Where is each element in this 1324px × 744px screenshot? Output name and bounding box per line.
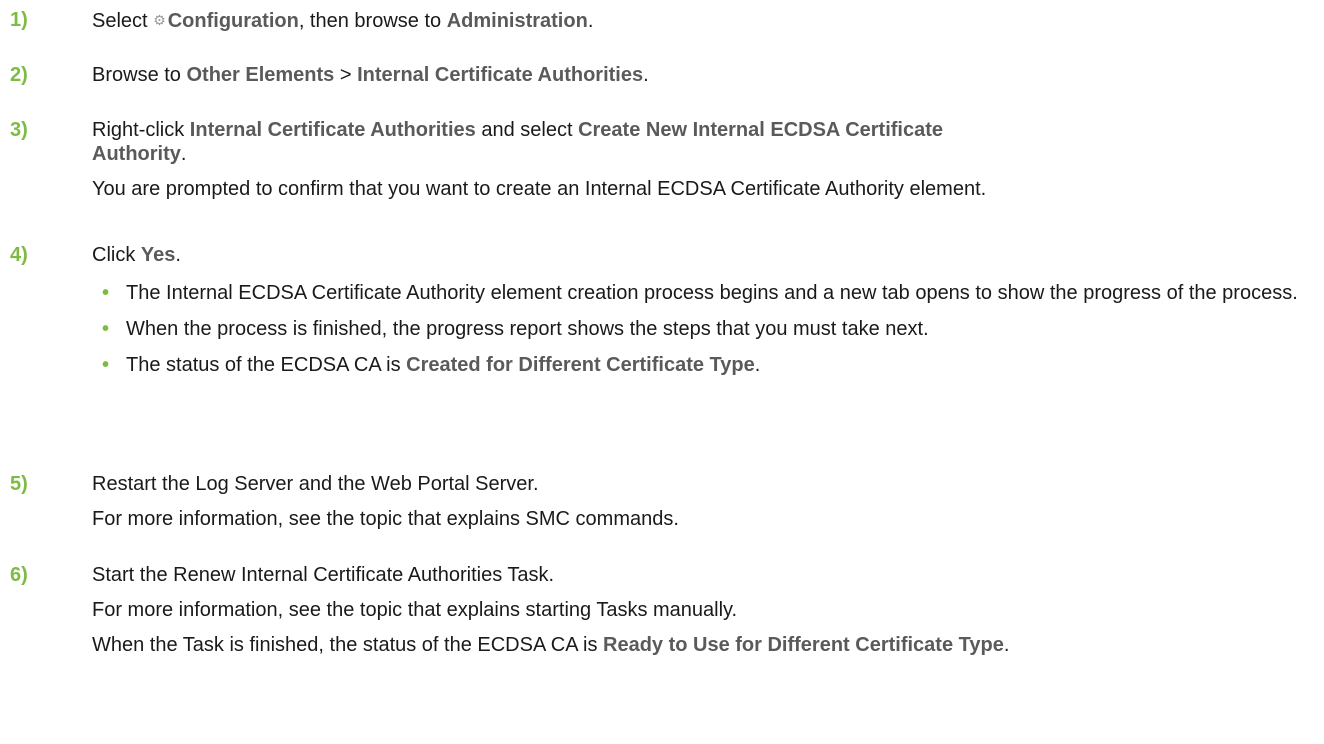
bullet-icon: • (102, 282, 110, 304)
step-note: For more information, see the topic that… (92, 508, 679, 530)
ui-term-administration: Administration (446, 10, 588, 32)
ui-term-ready-status: Ready to Use for Different Certificate T… (603, 634, 1004, 656)
step-number: 4) (10, 244, 28, 266)
step-instruction: Select ⚙ Configuration, then browse to Ad… (92, 10, 594, 32)
step-number: 6) (10, 564, 28, 586)
step-body: Restart the Log Server and the Web Porta… (92, 472, 1304, 531)
step-number: 3) (10, 119, 28, 141)
step-instruction: Restart the Log Server and the Web Porta… (92, 473, 539, 495)
step-instruction: Click Yes. (92, 244, 181, 266)
step-instruction-continued: Authority. (92, 143, 187, 165)
step-body: Click Yes. • The Internal ECDSA Certifica… (92, 243, 1304, 389)
result-list: • The Internal ECDSA Certificate Authorit… (92, 281, 1304, 377)
list-item: • When the process is finished, the progr… (102, 318, 929, 340)
step-note: You are prompted to confirm that you wan… (92, 178, 987, 200)
ui-term-configuration: Configuration (167, 10, 299, 32)
step-note: For more information, see the topic that… (92, 599, 738, 621)
bullet-icon: • (102, 354, 110, 376)
ui-term-yes: Yes (140, 244, 176, 266)
bullet-icon: • (102, 318, 110, 340)
step-number: 1) (10, 9, 28, 31)
list-item: • The status of the ECDSA CA is Created f… (102, 354, 761, 376)
ui-term-other-elements: Other Elements (186, 64, 335, 86)
step-body: Browse to Other Elements > Internal Cert… (92, 63, 1304, 87)
step-number: 5) (10, 473, 28, 495)
ui-term-create-new-ecdsa-ca: Create New Internal ECDSA Certificate (578, 119, 943, 141)
list-item: • The Internal ECDSA Certificate Authorit… (102, 282, 1298, 304)
step-instruction: Right-click Internal Certificate Authori… (92, 119, 943, 141)
step-result: When the Task is finished, the status of… (92, 634, 1010, 656)
ui-term-internal-certificate-authorities: Internal Certificate Authorities (189, 119, 476, 141)
ui-term-internal-certificate-authorities: Internal Certificate Authorities (357, 64, 644, 86)
step-instruction: Start the Renew Internal Certificate Aut… (92, 564, 555, 586)
step-number: 2) (10, 64, 28, 86)
step-body: Select ⚙ Configuration, then browse to Ad… (92, 8, 1304, 33)
step-body: Start the Renew Internal Certificate Aut… (92, 563, 1304, 657)
gear-icon: ⚙ (153, 12, 166, 28)
step-instruction: Browse to Other Elements > Internal Cert… (92, 64, 649, 86)
step-body: Right-click Internal Certificate Authori… (92, 118, 1304, 201)
procedure-document: 1) Select ⚙ Configuration, then browse to… (0, 0, 1324, 744)
ui-term-created-status: Created for Different Certificate Type (406, 354, 755, 376)
